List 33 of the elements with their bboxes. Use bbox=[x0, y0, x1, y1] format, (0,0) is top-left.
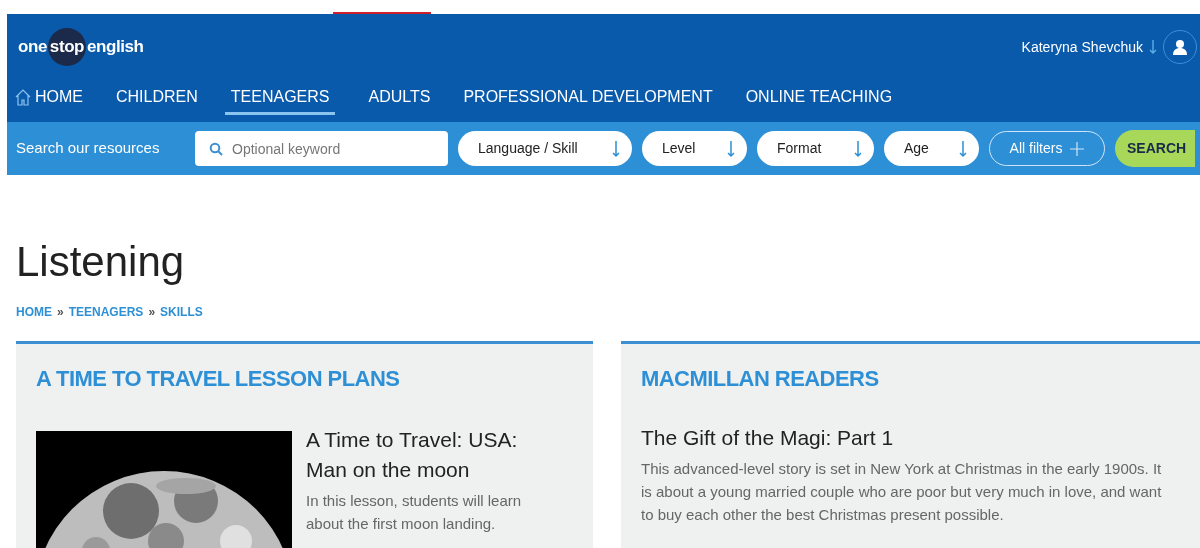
nav-link[interactable]: CHILDREN bbox=[116, 85, 198, 115]
nav-link[interactable]: TEENAGERS bbox=[224, 85, 336, 115]
breadcrumb-separator: » bbox=[148, 304, 156, 321]
article-title[interactable]: A Time to Travel: USA: Man on the moon bbox=[306, 425, 556, 485]
nav-link[interactable]: PROFESSIONAL DEVELOPMENT bbox=[463, 85, 713, 115]
down-arrow-icon bbox=[1149, 39, 1157, 55]
down-arrow-icon bbox=[612, 139, 620, 158]
breadcrumb-link[interactable]: TEENAGERS bbox=[68, 303, 144, 321]
page-title: Listening bbox=[16, 241, 186, 283]
down-arrow-icon bbox=[854, 139, 862, 158]
breadcrumb-separator: » bbox=[57, 304, 64, 321]
filter-dropdown[interactable]: Level bbox=[642, 131, 747, 166]
filter-dropdown[interactable]: Language / Skill bbox=[458, 131, 632, 166]
nav-link[interactable]: HOME bbox=[15, 85, 83, 115]
home-icon bbox=[15, 88, 31, 106]
plus-icon bbox=[1070, 141, 1085, 156]
article-description: In this lesson, students will learn about the first moon landing. bbox=[306, 491, 523, 534]
logo[interactable]: one stop english bbox=[18, 28, 144, 66]
down-arrow-icon bbox=[727, 139, 735, 158]
keyword-field[interactable]: Optional keyword bbox=[195, 131, 448, 166]
search-label: Search our resources bbox=[16, 138, 161, 159]
breadcrumb-link[interactable]: HOME bbox=[16, 303, 52, 321]
nav-link[interactable]: ADULTS bbox=[368, 85, 431, 115]
filter-dropdown[interactable]: Age bbox=[884, 131, 979, 166]
user-name[interactable]: Kateryna Shevchuk bbox=[1021, 36, 1143, 58]
article-description: This advanced-level story is set in New York at Christmas in the early 1900s. It is about a young married couple who are poor but very much in love, and want to buy each other the best Christmas present possible. bbox=[641, 459, 1163, 525]
search-button[interactable]: SEARCH bbox=[1115, 130, 1195, 167]
article-title[interactable]: The Gift of the Magi: Part 1 bbox=[641, 423, 1176, 453]
down-arrow-icon bbox=[959, 139, 967, 158]
breadcrumb-link[interactable]: SKILLS bbox=[160, 303, 203, 321]
filter-dropdown[interactable]: Format bbox=[757, 131, 874, 166]
nav-link[interactable]: ONLINE TEACHING bbox=[745, 85, 893, 115]
search-icon bbox=[209, 142, 223, 156]
